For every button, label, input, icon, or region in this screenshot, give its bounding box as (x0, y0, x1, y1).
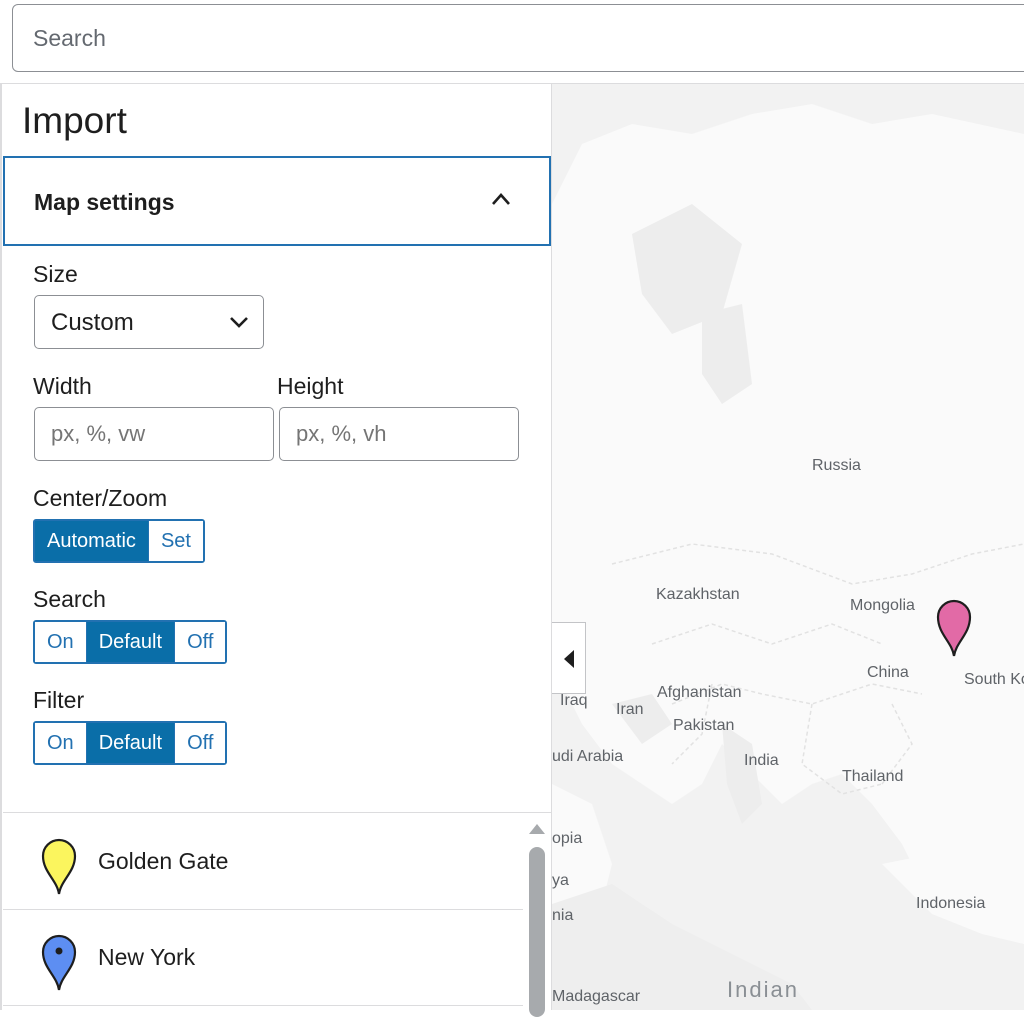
map-label-afghanistan: Afghanistan (657, 684, 742, 701)
pink-map-marker-icon[interactable] (934, 596, 974, 658)
panel-title: Import (22, 100, 127, 141)
size-selected-value: Custom (51, 309, 134, 336)
search-default-button[interactable]: Default (85, 622, 175, 662)
size-label: Size (33, 261, 78, 287)
scroll-thumb[interactable] (529, 847, 545, 1017)
map-label-kazakhstan: Kazakhstan (656, 586, 740, 603)
poi-list-item[interactable]: New York (3, 910, 523, 1006)
map-label-india: India (744, 752, 779, 769)
map-label-tanzania: nia (552, 907, 574, 924)
filter-toggle-group: On Default Off (33, 721, 228, 765)
map-label-indian-ocean: Indian (727, 977, 799, 1002)
height-label: Height (277, 373, 344, 399)
yellow-pin-icon (41, 838, 77, 895)
search-option-label: Search (33, 586, 106, 612)
map-label-mongolia: Mongolia (850, 597, 915, 614)
map-label-indonesia: Indonesia (916, 895, 986, 912)
width-field[interactable] (34, 407, 274, 461)
map-label-pakistan: Pakistan (673, 717, 735, 734)
map-label-russia: Russia (812, 457, 861, 474)
map-label-iraq: Iraq (560, 692, 588, 709)
map-label-iran: Iran (616, 701, 644, 718)
search-on-button[interactable]: On (35, 622, 86, 662)
map-label-china: China (867, 664, 909, 681)
poi-name: New York (98, 944, 196, 970)
section-label: Map settings (34, 189, 175, 215)
map-label-kenya: ya (552, 872, 569, 889)
map-view[interactable]: Russia Kazakhstan Mongolia China South K… (552, 84, 1024, 1010)
height-field[interactable] (279, 407, 519, 461)
map-label-thailand: Thailand (842, 768, 904, 785)
search-input[interactable] (12, 4, 1024, 72)
center-zoom-label: Center/Zoom (33, 485, 168, 511)
chevron-up-icon (492, 193, 510, 205)
caret-left-icon (564, 650, 574, 668)
filter-default-button[interactable]: Default (85, 723, 175, 763)
filter-on-button[interactable]: On (35, 723, 86, 763)
map-label-madagascar: Madagascar (552, 988, 641, 1005)
map-terrain (552, 84, 1024, 1010)
collapse-panel-button[interactable] (552, 622, 586, 694)
blue-pin-icon (41, 934, 77, 991)
size-select[interactable]: Custom (34, 295, 264, 349)
search-toggle-group: On Default Off (33, 620, 228, 664)
search-off-button[interactable]: Off (174, 622, 226, 662)
map-settings-toggle[interactable]: Map settings (3, 156, 551, 246)
map-label-ethiopia: opia (552, 830, 583, 847)
chevron-down-icon (230, 317, 248, 328)
filter-off-button[interactable]: Off (174, 723, 226, 763)
map-label-saudi-arabia: udi Arabia (552, 748, 624, 765)
center-zoom-toggle-group: Automatic Set (33, 519, 205, 563)
map-label-south-korea: South Ko (964, 671, 1024, 688)
filter-option-label: Filter (33, 687, 85, 713)
poi-list-item[interactable]: Golden Gate (3, 814, 523, 910)
divider (3, 812, 551, 813)
search-bar (0, 0, 1024, 84)
poi-name: Golden Gate (98, 848, 229, 874)
center-zoom-automatic-button[interactable]: Automatic (35, 521, 148, 561)
width-label: Width (33, 373, 92, 399)
scroll-up-arrow-icon[interactable] (528, 822, 546, 836)
center-zoom-set-button[interactable]: Set (147, 521, 203, 561)
